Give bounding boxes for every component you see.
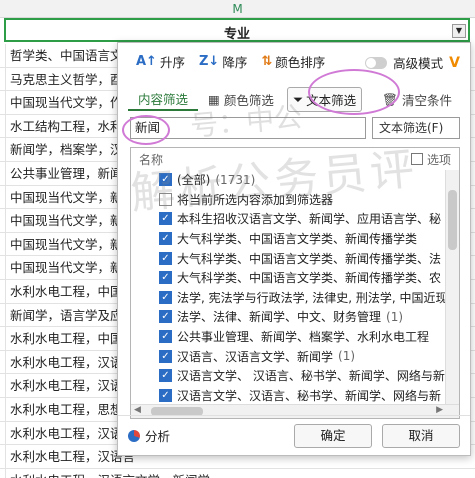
list-item[interactable]: ✓ 法学, 宪法学与行政法学, 法律史, 刑法学, 中国近现 <box>131 288 459 308</box>
sort-descending-button[interactable]: Z↓ 降序 <box>199 52 247 71</box>
advanced-mode-toggle[interactable] <box>365 56 388 69</box>
list-item[interactable]: ✓ 大气科学类、中国语言文学类、新闻传播学类、法 <box>131 248 459 268</box>
list-item-count: (1) <box>338 349 356 364</box>
vip-icon: V <box>449 54 460 71</box>
scroll-left-icon[interactable]: ◀ <box>134 405 141 415</box>
color-sort-label: 颜色排序 <box>275 54 326 70</box>
header-cell-text: 专业 <box>223 27 250 42</box>
list-item-label: 大气科学类、中国语言文学类、新闻传播学类、农 <box>177 271 442 286</box>
list-item[interactable]: ✓ 汉语言文学、汉语言、秘书学、新闻学、网络与新 <box>131 386 459 406</box>
list-item-count: (1) <box>386 309 404 324</box>
trash-icon: 🗑 <box>382 91 398 107</box>
list-item[interactable]: ✓ 汉语言文学、 汉语言、秘书学、新闻学、网络与新 <box>131 366 459 386</box>
list-item[interactable]: ✓ 法学、法律、新闻学、中文、财务管理 (1) <box>131 307 459 327</box>
checkbox-icon[interactable]: ✓ <box>159 232 172 246</box>
checkbox-icon[interactable]: ✓ <box>159 369 172 383</box>
checkbox-icon[interactable]: ✓ <box>159 310 172 324</box>
scroll-right-icon[interactable]: ▶ <box>436 405 443 415</box>
table-row[interactable]: 水利水电工程，汉语言文学，新闻学 <box>0 469 475 478</box>
sort-descending-label: 降序 <box>222 54 248 70</box>
checkbox-icon[interactable]: ✓ <box>159 290 172 304</box>
advanced-mode[interactable]: 高级模式 V <box>365 53 460 72</box>
vertical-scrollbar[interactable] <box>445 170 459 406</box>
options-label: 选项 <box>426 152 451 167</box>
tab-content-filter-label: 内容筛选 <box>138 91 189 107</box>
checkbox-icon[interactable]: ✓ <box>159 271 172 285</box>
sort-descending-icon: Z↓ <box>198 53 220 69</box>
vertical-scroll-thumb[interactable] <box>448 190 457 250</box>
text-filter-label: 文本筛选 <box>306 93 357 108</box>
list-item-label: 大气科学类、中国语言文学类、新闻传播学类 <box>177 232 418 247</box>
list-item[interactable]: ✓ 大气科学类、中国语言文学类、新闻传播学类 <box>131 229 459 249</box>
analysis-label: 分析 <box>145 429 171 444</box>
color-sort-icon: ⇅ <box>261 53 273 69</box>
column-letter[interactable]: M <box>0 2 475 16</box>
list-item[interactable]: ✓ 汉语言、汉语言文学、新闻学 (1) <box>131 346 459 366</box>
checkbox-icon[interactable]: ✓ <box>159 388 172 402</box>
list-item-label: 汉语言文学、 汉语言、秘书学、新闻学、网络与新 <box>177 369 445 384</box>
list-item[interactable]: ✓ 公共事业管理、新闻学、档案学、水利水电工程 <box>131 327 459 347</box>
tab-content-filter[interactable]: 内容筛选 <box>128 87 199 111</box>
analysis-button[interactable]: 分析 <box>128 426 170 445</box>
clear-conditions-label: 清空条件 <box>401 93 452 108</box>
clear-conditions-button[interactable]: 🗑 清空条件 <box>372 87 462 112</box>
pie-chart-icon <box>128 429 140 442</box>
list-item[interactable]: ✓ 大气科学类、中国语言文学类、新闻传播学类、农 <box>131 268 459 288</box>
cancel-button[interactable]: 取消 <box>382 423 460 448</box>
sort-ascending-label: 升序 <box>159 54 185 70</box>
list-item-label: 汉语言、汉语言文学、新闻学 <box>177 349 334 364</box>
sort-ascending-button[interactable]: A↑ 升序 <box>136 52 185 71</box>
list-item-label: 大气科学类、中国语言文学类、新闻传播学类、法 <box>177 251 442 266</box>
header-cell[interactable]: 专业 ▼ <box>4 18 470 42</box>
panel-footer: 分析 确定 取消 <box>118 415 470 455</box>
tab-actions: ⏷ 文本筛选 🗑 清空条件 <box>287 87 462 112</box>
checkbox-icon[interactable]: ✓ <box>159 349 172 363</box>
list-item-label: 法学, 宪法学与行政法学, 法律史, 刑法学, 中国近现 <box>177 290 448 305</box>
column-header-bar: M <box>0 0 475 18</box>
sort-ascending-icon: A↑ <box>136 53 157 69</box>
list-item-label: 汉语言文学、汉语言、秘书学、新闻学、网络与新 <box>177 388 442 403</box>
checkbox-icon[interactable]: ✓ <box>159 251 172 265</box>
ok-button[interactable]: 确定 <box>294 423 372 448</box>
color-sort-button[interactable]: ⇅ 颜色排序 <box>261 52 325 71</box>
list-item-label: 法学、法律、新闻学、中文、财务管理 <box>177 310 382 325</box>
checkbox-icon[interactable]: ✓ <box>159 330 172 344</box>
footer-buttons: 确定 取消 <box>294 423 460 448</box>
list-item-label: 公共事业管理、新闻学、档案学、水利水电工程 <box>177 330 430 345</box>
filter-dropdown-icon[interactable]: ▼ <box>452 24 466 38</box>
advanced-mode-label: 高级模式 <box>393 56 444 71</box>
